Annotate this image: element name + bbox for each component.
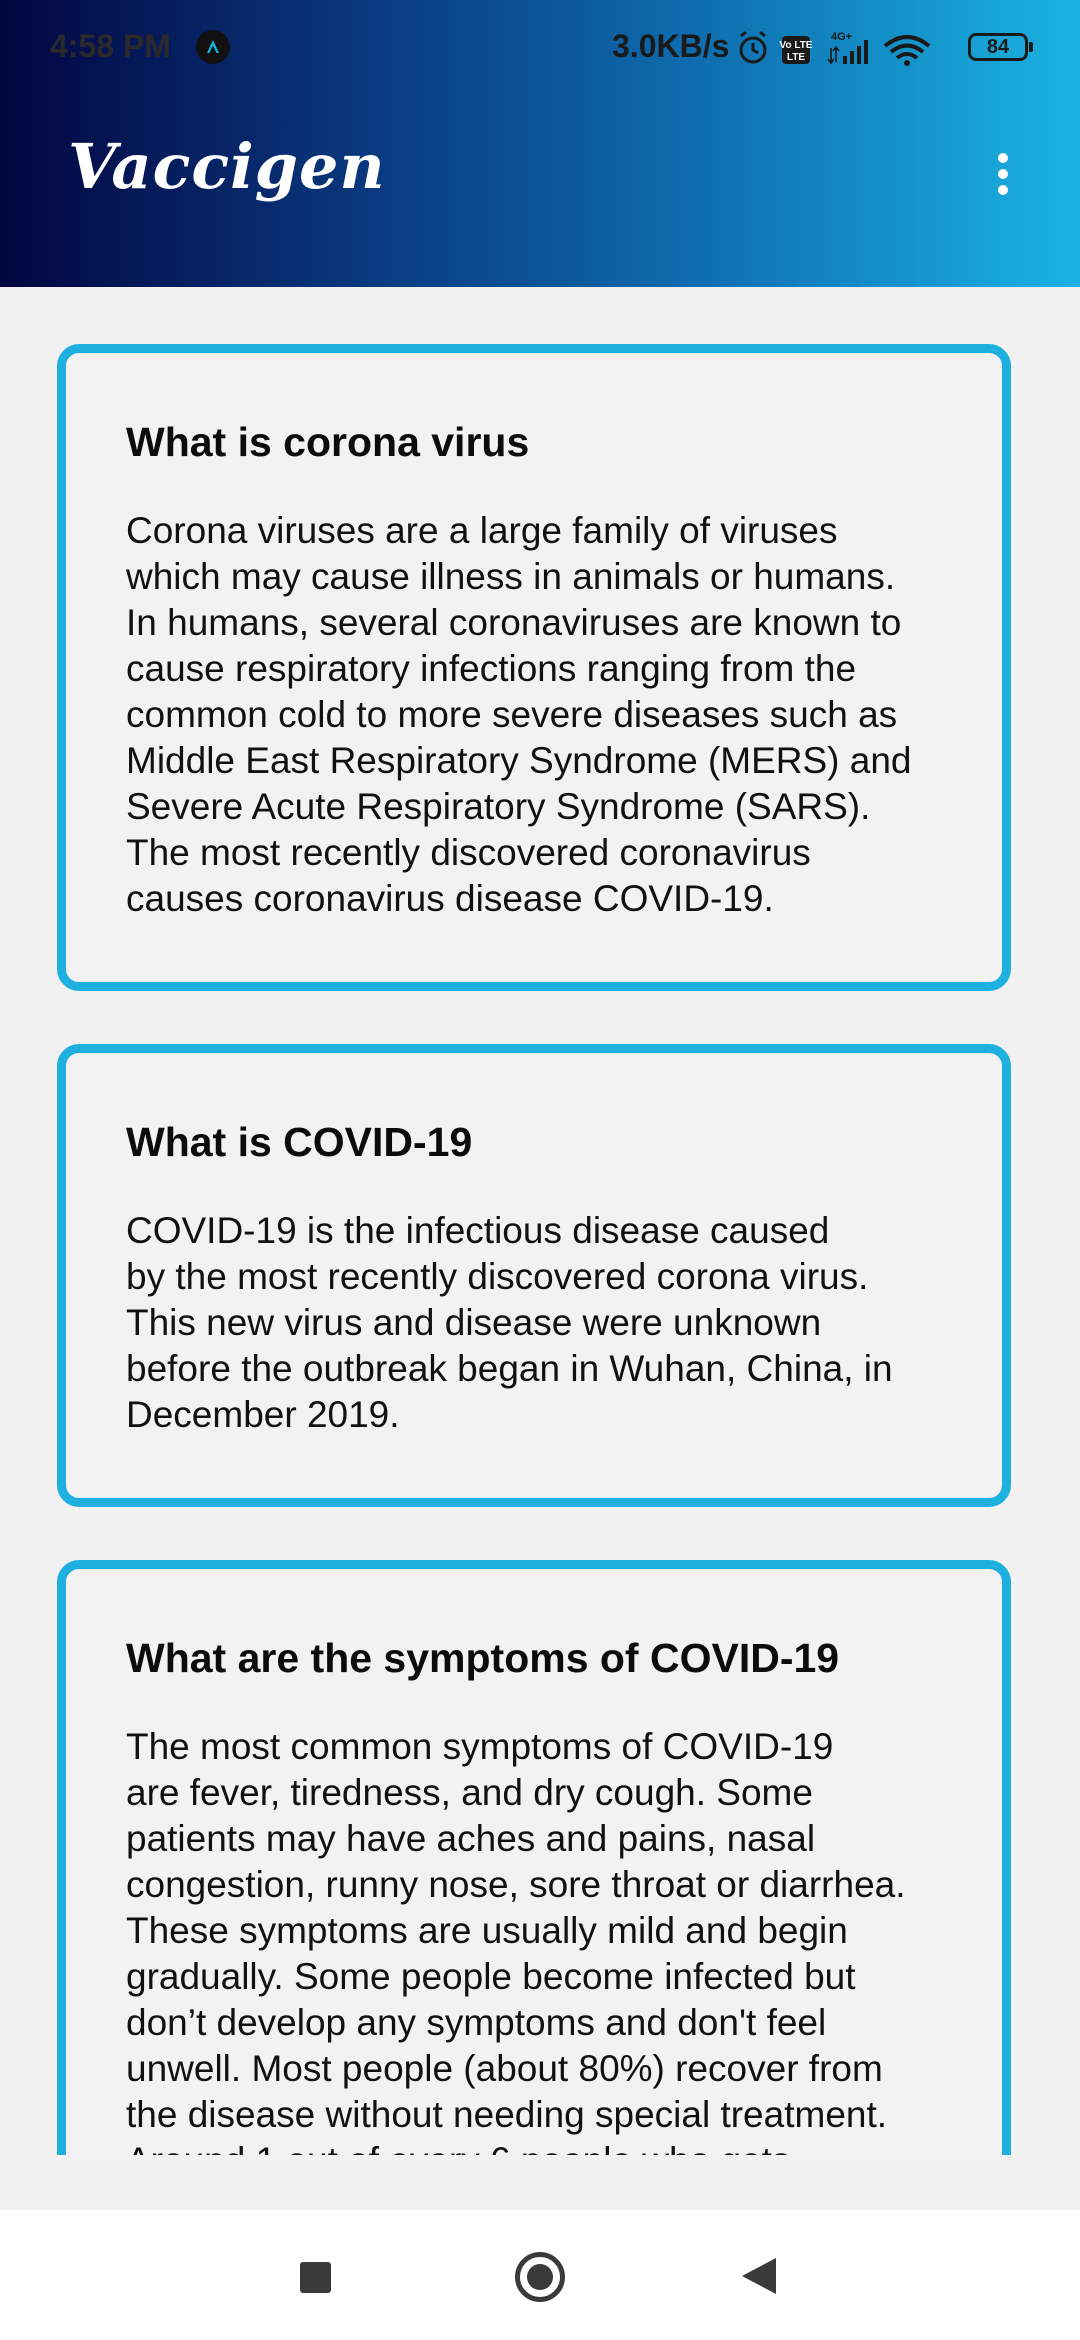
body-line: Corona viruses are a large family of vir…	[126, 510, 838, 551]
body-line: common cold to more severe diseases such…	[126, 694, 898, 735]
more-vert-icon[interactable]	[980, 140, 1024, 206]
body-line: the disease without needing special trea…	[126, 2094, 888, 2135]
svg-text:Vo LTE: Vo LTE	[780, 40, 813, 51]
menu-dot	[998, 185, 1008, 195]
body-line: before the outbreak began in Wuhan, Chin…	[126, 1348, 893, 1389]
app-title: Vaccigen	[68, 130, 386, 203]
content-scroll-area[interactable]: What is corona virus Corona viruses are …	[0, 287, 1080, 2155]
status-bar: 4:58 PM 3.0KB/s Vo LTE LTE 4G+ 84	[0, 0, 1080, 96]
svg-text:LTE: LTE	[787, 52, 805, 63]
body-line: Middle East Respiratory Syndrome (MERS) …	[126, 740, 912, 781]
body-line: The most recently discovered coronavirus	[126, 832, 811, 873]
body-line: cause respiratory infections ranging fro…	[126, 648, 857, 689]
system-nav-bar	[0, 2210, 1080, 2340]
body-line: causes coronavirus disease COVID-19.	[126, 878, 774, 919]
card-body: Corona viruses are a large family of vir…	[126, 508, 942, 922]
battery-icon: 84	[968, 33, 1033, 61]
body-line: COVID-19 is the infectious disease cause…	[126, 1210, 830, 1251]
battery-level: 84	[986, 36, 1010, 58]
notification-a-icon	[196, 30, 230, 64]
body-line: The most common symptoms of COVID-19	[126, 1726, 834, 1767]
card-title: What is COVID-19	[126, 1119, 473, 1165]
body-line: These symptoms are usually mild and begi…	[126, 1910, 848, 1951]
menu-dot	[998, 153, 1008, 163]
app-header: 4:58 PM 3.0KB/s Vo LTE LTE 4G+ 84 Vaccig…	[0, 0, 1080, 287]
recent-apps-icon[interactable]	[300, 2262, 331, 2293]
card-title: What is corona virus	[126, 419, 530, 465]
body-line: gradually. Some people become infected b…	[126, 1956, 856, 1997]
info-card-symptoms[interactable]: What are the symptoms of COVID-19 The mo…	[57, 1560, 1011, 2155]
card-title: What are the symptoms of COVID-19	[126, 1635, 840, 1681]
signal-icon: 4G+	[827, 31, 868, 65]
body-line: In humans, several coronaviruses are kno…	[126, 602, 902, 643]
card-body: COVID-19 is the infectious disease cause…	[126, 1208, 942, 1438]
status-time: 4:58 PM	[50, 28, 171, 64]
home-icon[interactable]	[515, 2252, 565, 2302]
body-line: which may cause illness in animals or hu…	[126, 556, 896, 597]
body-line: unwell. Most people (about 80%) recover …	[126, 2048, 883, 2089]
card-body: The most common symptoms of COVID-19 are…	[126, 1724, 942, 2155]
body-line: don’t develop any symptoms and don't fee…	[126, 2002, 827, 2043]
volte-icon: Vo LTE LTE	[780, 36, 813, 64]
body-line: December 2019.	[126, 1394, 400, 1435]
info-card-corona-virus[interactable]: What is corona virus Corona viruses are …	[57, 344, 1011, 991]
info-card-covid19[interactable]: What is COVID-19 COVID-19 is the infecti…	[57, 1044, 1011, 1507]
body-line: Around 1 out of every 6 people who gets	[126, 2138, 942, 2155]
body-line: patients may have aches and pains, nasal	[126, 1818, 816, 1859]
body-line: Severe Acute Respiratory Syndrome (SARS)…	[126, 786, 871, 827]
status-icons-group: Vo LTE LTE 4G+	[739, 30, 931, 66]
wifi-icon	[883, 35, 931, 66]
back-icon[interactable]	[742, 2258, 776, 2294]
body-line: This new virus and disease were unknown	[126, 1302, 822, 1343]
svg-text:4G+: 4G+	[831, 31, 852, 43]
network-speed: 3.0KB/s	[612, 28, 730, 64]
alarm-icon	[739, 30, 767, 64]
body-line: congestion, runny nose, sore throat or d…	[126, 1864, 906, 1905]
menu-dot	[998, 169, 1008, 179]
body-line: are fever, tiredness, and dry cough. Som…	[126, 1772, 813, 1813]
body-line: by the most recently discovered corona v…	[126, 1256, 869, 1297]
